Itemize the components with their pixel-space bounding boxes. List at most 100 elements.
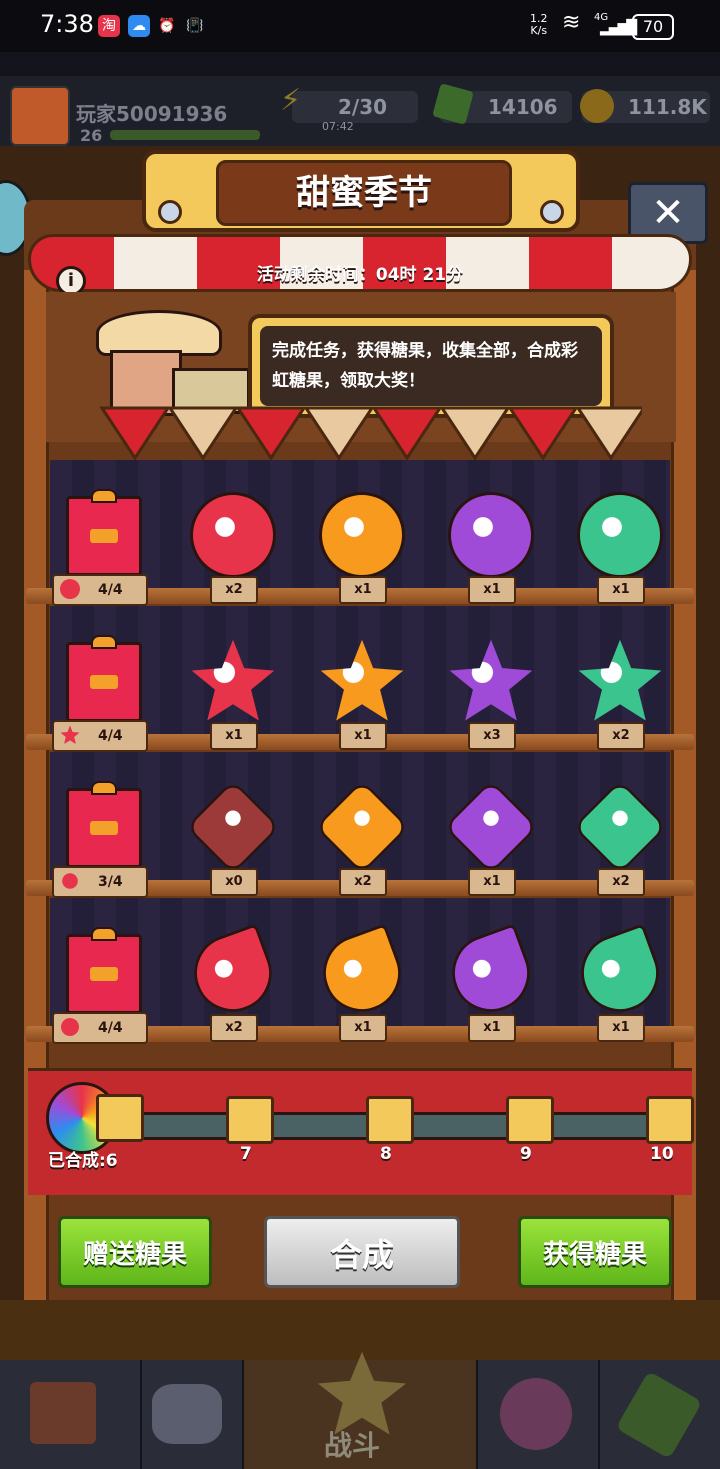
sign-bolt-right [540, 200, 564, 224]
wifi-icon: ≋ [562, 10, 581, 35]
candy-count: x2 [210, 576, 258, 604]
candy-count: x2 [339, 868, 387, 896]
candy-count: x1 [468, 868, 516, 896]
bunting-flag [371, 406, 443, 461]
nav-shop[interactable] [0, 1360, 140, 1469]
shield-icon [152, 1384, 222, 1444]
candy-count: x1 [339, 722, 387, 750]
shelf-progress-text: 4/4 [98, 728, 123, 744]
milestone-label: 7 [240, 1144, 252, 1164]
gift-bow [91, 927, 117, 941]
candy-count: x1 [597, 1014, 645, 1042]
milestone-label: 10 [650, 1144, 674, 1164]
shelf-progress-text: 3/4 [98, 874, 123, 890]
panel-base [0, 1300, 720, 1360]
battery-indicator: 70 [632, 14, 674, 40]
candy-count: x1 [468, 1014, 516, 1042]
energy-value: 2/30 [338, 95, 388, 119]
bunting-flag [303, 406, 375, 461]
cloud-icon: ☁ [128, 15, 150, 37]
vibrate-icon: 📳 [186, 18, 204, 34]
milestone-chest[interactable] [366, 1096, 414, 1144]
milestone-label: 8 [380, 1144, 392, 1164]
event-title: 甜蜜季节 [216, 160, 512, 226]
candy-count: x1 [339, 1014, 387, 1042]
milestone-chest-0[interactable] [96, 1094, 144, 1142]
milestone-chest[interactable] [506, 1096, 554, 1144]
get-candy-button[interactable]: 获得糖果 [518, 1216, 672, 1288]
gift-bow [91, 635, 117, 649]
sign-bolt-left [158, 200, 182, 224]
synth-done-label: 已合成:6 [48, 1151, 118, 1171]
gem-value: 14106 [488, 95, 558, 119]
reward-gift-box[interactable] [66, 635, 142, 722]
shelf-progress-text: 4/4 [98, 582, 123, 598]
bunting-flag [235, 406, 307, 461]
avatar[interactable] [10, 86, 70, 146]
signal-icon: ▂▄▆█ [600, 20, 637, 36]
candy-count: x0 [210, 868, 258, 896]
player-name: 玩家50091936 [76, 102, 228, 126]
candy-round[interactable] [190, 492, 276, 578]
coin-value: 111.8K [628, 95, 707, 119]
milestone-chest[interactable] [226, 1096, 274, 1144]
shelf-type-icon [60, 725, 80, 745]
upgrade-icon [615, 1370, 703, 1460]
shop-icon [30, 1382, 96, 1444]
milestone-label: 9 [520, 1144, 532, 1164]
candy-count: x1 [339, 576, 387, 604]
gem-counter[interactable]: 14106 [432, 83, 572, 125]
bunting-flag [167, 406, 239, 461]
alarm-icon: ⏰ [158, 18, 176, 34]
candy-round[interactable] [319, 492, 405, 578]
taobao-icon: 淘 [98, 15, 120, 37]
bunting-flag [507, 406, 579, 461]
candy-shelves: 4/4 x2 x1 x1 x1 4/4 x1 x1 x3 x2 3/4 x0 x2 x1 x2 4/4 x2 x1… [26, 460, 694, 1060]
candy-round[interactable] [577, 492, 663, 578]
shelf-progress: 3/4 [52, 866, 148, 898]
status-time: 7:38 [40, 10, 94, 38]
gift-bow [91, 489, 117, 503]
description-board: 完成任务，获得糖果，收集全部，合成彩虹糖果，领取大奖！ [248, 314, 614, 418]
time-left: 活动剩余时间：04时 21分 [256, 265, 464, 285]
nav-upgrade[interactable] [600, 1360, 720, 1469]
energy-timer: 07:42 [322, 120, 354, 133]
reward-gift-box[interactable] [66, 781, 142, 868]
rank-icon [500, 1378, 572, 1450]
close-icon: ✕ [651, 190, 685, 236]
candy-round[interactable] [448, 492, 534, 578]
synth-button[interactable]: 合成 [264, 1216, 460, 1288]
event-description: 完成任务，获得糖果，收集全部，合成彩虹糖果，领取大奖！ [260, 326, 602, 406]
shelf-progress: 4/4 [52, 720, 148, 752]
title-sign: 甜蜜季节 [142, 150, 580, 232]
status-bar: 7:38 淘 ☁ ⏰ 📳 1.2 K/s ≋ 4G ▂▄▆█ 70 [0, 0, 720, 52]
nav-equipment[interactable] [142, 1360, 242, 1469]
candy-count: x2 [597, 868, 645, 896]
candy-count: x2 [210, 1014, 258, 1042]
candy-count: x1 [468, 576, 516, 604]
bunting [96, 404, 647, 464]
shelf-progress: 4/4 [52, 574, 148, 606]
bunting-flag [575, 406, 647, 461]
candy-count: x1 [210, 722, 258, 750]
energy-icon: ⚡ [280, 83, 302, 118]
coin-counter[interactable]: 111.8K [580, 89, 710, 123]
energy-counter[interactable]: ⚡ 2/30 [280, 85, 418, 123]
milestone-chest[interactable] [646, 1096, 694, 1144]
reward-gift-box[interactable] [66, 927, 142, 1014]
candy-count: x3 [468, 722, 516, 750]
coin-icon [580, 89, 614, 123]
shelf-type-icon [58, 869, 82, 893]
battle-label: 战斗 [324, 1429, 381, 1462]
nav-battle[interactable]: 战斗 [244, 1351, 476, 1469]
player-level: 26 [80, 126, 103, 145]
shelf-progress-text: 4/4 [98, 1020, 123, 1036]
bunting-flag [99, 406, 171, 461]
shelf-type-icon [58, 1015, 82, 1039]
nav-rank[interactable] [478, 1360, 598, 1469]
reward-gift-box[interactable] [66, 489, 142, 576]
gift-bow [91, 781, 117, 795]
shelf-progress: 4/4 [52, 1012, 148, 1044]
net-speed: 1.2 K/s [530, 12, 548, 37]
gift-candy-button[interactable]: 赠送糖果 [58, 1216, 212, 1288]
